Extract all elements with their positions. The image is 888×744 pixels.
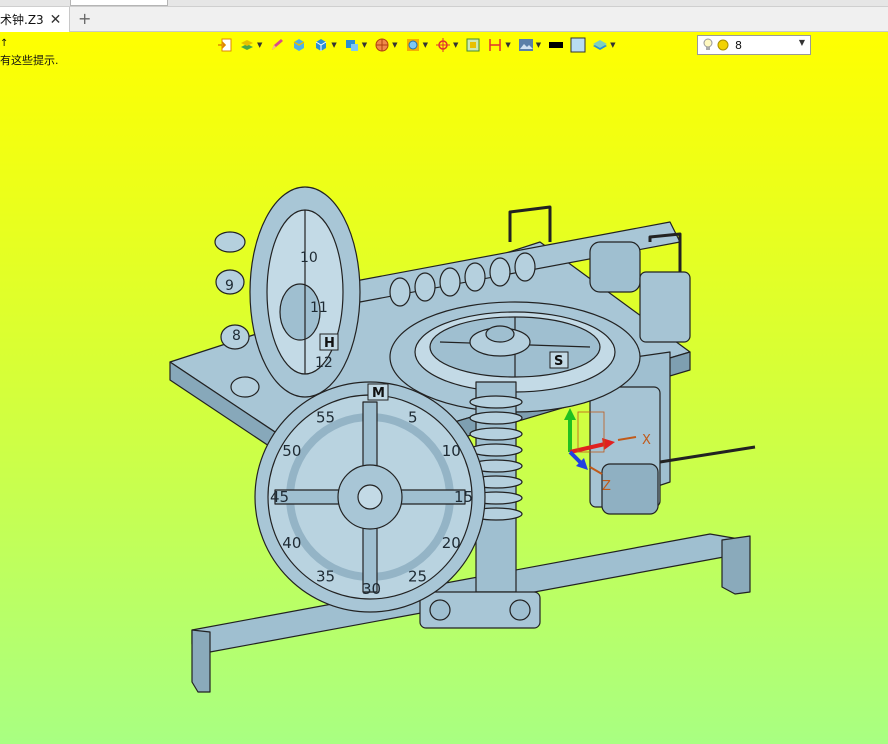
- axis-z-label: Z: [602, 479, 611, 494]
- dial-number: 30: [362, 580, 381, 598]
- pencil-icon[interactable]: [268, 36, 286, 54]
- clock-model[interactable]: 5 10 15 20 25 30 35 40 45 50 55 10 11 12 9 8 M H S X Z: [150, 162, 770, 702]
- dial-number: 45: [270, 488, 289, 506]
- box-icon[interactable]: [290, 36, 308, 54]
- fill-color-swatch[interactable]: [569, 36, 587, 54]
- view-cube-dropdown-icon[interactable]: ▼: [362, 41, 367, 49]
- hour-number: 10: [300, 250, 318, 266]
- tab-document[interactable]: 术钟.Z3 ✕: [0, 7, 70, 32]
- image-icon[interactable]: [517, 36, 535, 54]
- sun-icon: [717, 39, 729, 51]
- line-color-swatch[interactable]: [547, 36, 565, 54]
- dimension-icon[interactable]: [486, 36, 504, 54]
- dial-number: 10: [442, 442, 461, 460]
- center-dropdown-icon[interactable]: ▼: [453, 41, 458, 49]
- view-cube-icon[interactable]: [343, 36, 361, 54]
- import-icon[interactable]: [216, 36, 234, 54]
- second-marker: S: [554, 354, 563, 369]
- hour-marker: H: [324, 336, 335, 351]
- cube-dropdown-icon[interactable]: ▼: [331, 41, 336, 49]
- section-icon[interactable]: [373, 36, 391, 54]
- tab-close-icon[interactable]: ✕: [50, 12, 62, 28]
- render-icon[interactable]: [404, 36, 422, 54]
- hour-number: 9: [225, 278, 234, 294]
- dimension-dropdown-icon[interactable]: ▼: [505, 41, 510, 49]
- dial-number: 35: [316, 568, 335, 586]
- hour-number: 12: [315, 355, 333, 371]
- dial-number: 15: [454, 488, 473, 506]
- image-dropdown-icon[interactable]: ▼: [536, 41, 541, 49]
- chevron-down-icon[interactable]: ▼: [799, 38, 805, 47]
- minute-marker: M: [372, 386, 385, 401]
- center-icon[interactable]: [434, 36, 452, 54]
- dial-number: 40: [282, 534, 301, 552]
- stack-icon[interactable]: [591, 36, 609, 54]
- frame-icon[interactable]: [464, 36, 482, 54]
- cube-icon[interactable]: [312, 36, 330, 54]
- stack-dropdown-icon[interactable]: ▼: [610, 41, 615, 49]
- dial-number: 55: [316, 408, 335, 426]
- layers-icon[interactable]: [238, 36, 256, 54]
- hour-number: 11: [310, 300, 328, 316]
- dial-number: 20: [442, 534, 461, 552]
- top-strip: [0, 0, 888, 7]
- axis-x-label: X: [642, 433, 651, 448]
- view-toolbar: ▼ ▼ ▼ ▼ ▼ ▼ ▼ ▼ ▼: [216, 34, 618, 56]
- dial-number: 25: [408, 568, 427, 586]
- quick-field[interactable]: [70, 0, 168, 6]
- layer-value: 8: [735, 38, 742, 52]
- dial-number: 50: [282, 442, 301, 460]
- tab-title: 术钟.Z3: [0, 13, 44, 27]
- hint-marker: ↑: [0, 38, 9, 49]
- layers-dropdown-icon[interactable]: ▼: [257, 41, 262, 49]
- bulb-icon: [703, 38, 713, 50]
- tab-bar: 术钟.Z3 ✕ +: [0, 7, 888, 32]
- dial-number: 5: [408, 408, 418, 426]
- section-dropdown-icon[interactable]: ▼: [392, 41, 397, 49]
- layer-select[interactable]: 8 ▼: [697, 35, 811, 55]
- render-dropdown-icon[interactable]: ▼: [423, 41, 428, 49]
- 3d-viewport[interactable]: ↑ 有这些提示. ▼ ▼ ▼ ▼ ▼ ▼ ▼ ▼ ▼ 8 ▼ 5 10 15 2…: [0, 32, 888, 744]
- hint-text: 有这些提示.: [0, 54, 59, 67]
- new-tab-button[interactable]: +: [78, 9, 91, 28]
- hour-number: 8: [232, 328, 241, 344]
